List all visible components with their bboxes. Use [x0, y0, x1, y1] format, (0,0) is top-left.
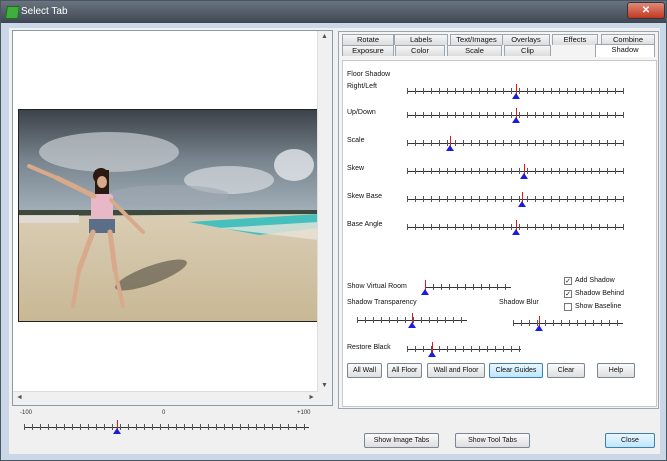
show-baseline-checkbox[interactable] — [564, 303, 572, 311]
shadow-behind-checkbox[interactable]: ✓ — [564, 290, 572, 298]
select-tab-window: Select Tab ✕ ▲ ▼ ◄ ► -100 0 +100 Rotate … — [0, 0, 667, 461]
clear-button[interactable]: Clear — [547, 363, 585, 378]
virtual-room-ticks — [425, 284, 511, 290]
scale-thumb[interactable] — [446, 145, 455, 151]
title-bar[interactable]: Select Tab ✕ — [1, 1, 666, 23]
scroll-right-icon[interactable]: ► — [308, 394, 315, 401]
tab-scale[interactable]: Scale — [447, 45, 502, 56]
shadow-tab-content: Floor Shadow Right/Left Up/Down Scale Skew S… — [342, 60, 657, 407]
all-wall-button[interactable]: All Wall — [347, 363, 382, 378]
clear-guides-button[interactable]: Clear Guides — [489, 363, 543, 378]
up-down-thumb[interactable] — [511, 117, 520, 123]
tool-tab-panel: Rotate Labels Text/Images Overlays Effects Co… — [338, 31, 659, 409]
shadow-blur-thumb[interactable] — [535, 325, 544, 331]
scroll-up-icon[interactable]: ▲ — [321, 33, 328, 40]
restore-black-label: Restore Black — [347, 344, 391, 351]
virtual-room-thumb[interactable] — [421, 289, 429, 295]
add-shadow-label: Add Shadow — [575, 277, 615, 284]
tab-exposure[interactable]: Exposure — [342, 45, 394, 56]
tab-clip[interactable]: Clip — [504, 45, 551, 56]
restore-black-ticks — [407, 346, 521, 352]
right-left-label: Right/Left — [347, 83, 377, 90]
wall-and-floor-button[interactable]: Wall and Floor — [427, 363, 485, 378]
shadow-transparency-thumb[interactable] — [408, 322, 416, 328]
beach-photo-image — [19, 110, 318, 321]
skew-label: Skew — [347, 165, 365, 172]
shadow-blur-ticks — [513, 320, 623, 326]
zoom-slider-thumb[interactable] — [112, 428, 121, 434]
zoom-mid-label: 0 — [162, 410, 166, 416]
app-icon — [5, 6, 20, 19]
scroll-down-icon[interactable]: ▼ — [321, 382, 328, 389]
skew-base-thumb[interactable] — [518, 201, 526, 207]
preview-vertical-scrollbar[interactable]: ▲ ▼ — [317, 31, 332, 405]
skew-ticks — [407, 168, 624, 174]
tab-color[interactable]: Color — [395, 45, 445, 56]
preview-horizontal-scrollbar[interactable]: ◄ ► — [13, 391, 318, 405]
scroll-left-icon[interactable]: ◄ — [16, 394, 23, 401]
up-down-label: Up/Down — [347, 109, 376, 116]
virtual-room-label: Show Virtual Room — [347, 283, 407, 290]
tab-text-images[interactable]: Text/Images — [450, 34, 503, 45]
zoom-max-label: +100 — [297, 410, 311, 416]
base-angle-label: Base Angle — [347, 221, 383, 228]
zoom-min-label: -100 — [20, 410, 33, 416]
show-tool-tabs-button[interactable]: Show Tool Tabs — [455, 433, 530, 448]
zoom-ticks — [24, 424, 309, 430]
base-angle-thumb[interactable] — [511, 229, 520, 235]
scale-label: Scale — [347, 137, 365, 144]
dialog-body: ▲ ▼ ◄ ► -100 0 +100 Rotate Labels Text/Ima… — [9, 28, 660, 454]
preview-photo — [18, 109, 319, 322]
add-shadow-checkbox[interactable]: ✓ — [564, 277, 572, 285]
window-title: Select Tab — [21, 6, 68, 17]
right-left-thumb[interactable] — [511, 93, 520, 99]
floor-shadow-label: Floor Shadow — [347, 71, 391, 78]
skew-base-label: Skew Base — [347, 193, 383, 200]
show-image-tabs-button[interactable]: Show Image Tabs — [364, 433, 439, 448]
tab-rotate[interactable]: Rotate — [342, 34, 394, 45]
image-preview-panel: ▲ ▼ ◄ ► — [12, 30, 333, 406]
restore-black-thumb[interactable] — [428, 351, 437, 357]
shadow-transparency-label: Shadow Transparency — [347, 299, 417, 306]
shadow-behind-label: Shadow Behind — [575, 290, 625, 297]
tab-labels[interactable]: Labels — [394, 34, 448, 45]
skew-base-ticks — [407, 196, 624, 202]
show-baseline-label: Show Baseline — [575, 303, 622, 310]
window-close-button[interactable]: ✕ — [627, 2, 665, 19]
skew-thumb[interactable] — [520, 173, 529, 179]
scale-ticks — [407, 140, 624, 146]
tab-shadow[interactable]: Shadow — [595, 44, 655, 57]
help-button[interactable]: Help — [597, 363, 635, 378]
close-button[interactable]: Close — [605, 433, 655, 448]
zoom-slider-area: -100 0 +100 — [12, 408, 317, 448]
all-floor-button[interactable]: All Floor — [387, 363, 422, 378]
shadow-blur-label: Shadow Blur — [499, 299, 539, 306]
tab-overlays[interactable]: Overlays — [502, 34, 550, 45]
tab-effects[interactable]: Effects — [552, 34, 598, 45]
